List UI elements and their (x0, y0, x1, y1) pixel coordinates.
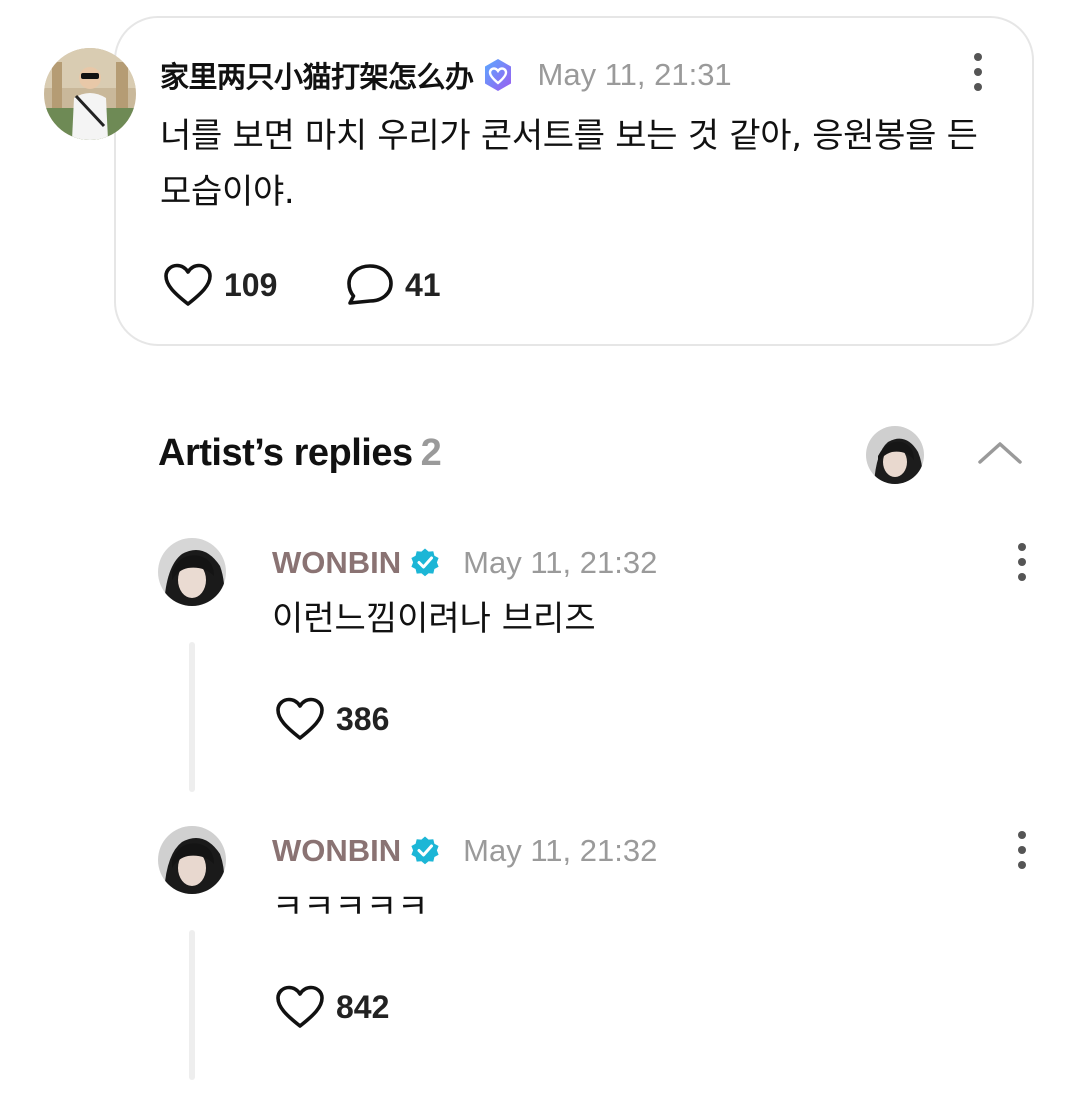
reply-more-options-icon[interactable] (1007, 540, 1037, 584)
thread-line (189, 930, 195, 1080)
artist-replies-title: Artist’s replies (158, 432, 413, 474)
reply-like-button[interactable]: 386 (274, 696, 389, 742)
verified-badge-icon (409, 547, 441, 579)
reply-body-text: ㅋㅋㅋㅋㅋ (272, 887, 429, 927)
reply-header: WONBIN May 11, 21:32 (272, 828, 657, 874)
fan-membership-badge-icon (480, 57, 516, 93)
post-comment-button[interactable]: 41 (345, 262, 441, 308)
speech-bubble-icon (347, 264, 393, 305)
post-comment-count: 41 (405, 266, 441, 303)
thread-line (189, 642, 195, 792)
post-body-text: 너를 보면 마치 우리가 콘서트를 보는 것 같아, 응원봉을 든 모습이야. (160, 116, 978, 212)
reply-more-options-icon[interactable] (1007, 828, 1037, 872)
heart-outline-icon (276, 985, 324, 1028)
post-more-options-icon[interactable] (963, 50, 993, 94)
post-like-button[interactable]: 109 (162, 262, 277, 308)
artist-avatar[interactable] (158, 538, 226, 606)
verified-badge-icon (409, 835, 441, 867)
collapse-chevron-up-icon[interactable] (976, 436, 1024, 468)
heart-outline-icon (276, 697, 324, 740)
artist-name[interactable]: WONBIN (272, 833, 401, 869)
artist-replies-heading: Artist’s replies 2 (158, 432, 442, 475)
heart-outline-icon (164, 263, 212, 306)
reply-like-button[interactable]: 842 (274, 984, 389, 1030)
artist-replies-page: 家里两只小猫打架怎么办 May 11, 21:31 너를 보면 마치 우리가 콘… (0, 0, 1080, 1095)
reply-body-text: 이런느낌이려나 브리즈 (272, 599, 596, 639)
artist-reply: WONBIN May 11, 21:32 이런느낌이려나 브리즈 386 (0, 538, 1080, 828)
fan-username[interactable]: 家里两只小猫打架怎么办 (160, 54, 474, 96)
artist-reply: WONBIN May 11, 21:32 ㅋㅋㅋㅋㅋ 842 (0, 826, 1080, 1095)
post-like-count: 109 (224, 266, 278, 303)
reply-timestamp: May 11, 21:32 (463, 833, 658, 868)
post-timestamp: May 11, 21:31 (537, 57, 732, 92)
post-header: 家里两只小猫打架怎么办 May 11, 21:31 (160, 52, 732, 98)
reply-header: WONBIN May 11, 21:32 (272, 540, 657, 586)
artist-replies-count: 2 (420, 432, 442, 474)
reply-like-count: 842 (336, 988, 390, 1025)
artist-avatar[interactable] (158, 826, 226, 894)
fan-avatar[interactable] (44, 48, 136, 140)
artist-avatar-small (866, 426, 924, 484)
reply-timestamp: May 11, 21:32 (463, 545, 658, 580)
artist-name[interactable]: WONBIN (272, 545, 401, 581)
reply-like-count: 386 (336, 700, 390, 737)
